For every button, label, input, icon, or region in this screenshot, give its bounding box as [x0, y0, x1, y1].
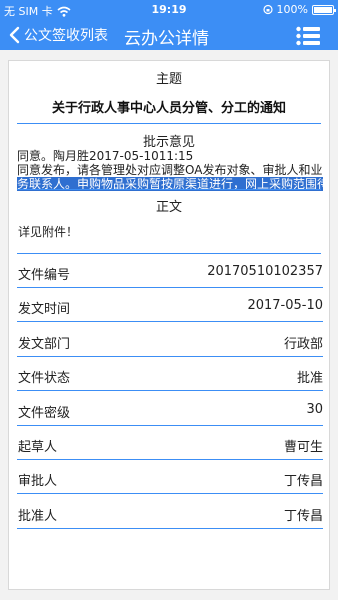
opinion-header: 批示意见 — [142, 135, 195, 150]
subject-header: 主题 — [155, 72, 182, 87]
field-row: 起草人 曹可生 — [17, 426, 323, 460]
field-row: 文件密级 30 — [17, 392, 323, 426]
body-text: 详见附件！ — [18, 225, 79, 239]
field-label: 批准人 — [18, 508, 58, 524]
field-value: 丁传昌 — [283, 474, 323, 490]
field-label: 发文部门 — [18, 336, 71, 352]
opinion-line: 同意。陶月胜2017-05-1011:15 — [17, 149, 194, 163]
back-button[interactable]: 公文签收列表 — [8, 25, 108, 45]
document-subject: 关于行政人事中心人员分管、分工的通知 — [51, 101, 286, 116]
field-value: 行政部 — [283, 336, 323, 352]
battery-percent: 100% — [276, 3, 308, 16]
opinion-line: 同意发布，请各管理处对应调整OA发布对象、审批人和业 — [17, 163, 323, 177]
back-label: 公文签收列表 — [24, 28, 108, 44]
nav-bar: 公文签收列表 云办公详情 — [0, 20, 338, 50]
opinion-text: 同意。陶月胜2017-05-1011:15 同意发布，请各管理处对应调整OA发布… — [17, 149, 323, 191]
chevron-left-icon — [9, 26, 20, 44]
orientation-lock-icon — [262, 4, 273, 15]
field-value: 20170510102357 — [207, 264, 323, 279]
field-row: 审批人 丁传昌 — [17, 460, 323, 495]
field-row: 文件编号 20170510102357 — [17, 254, 323, 288]
battery-icon — [312, 4, 336, 15]
field-value: 丁传昌 — [283, 508, 323, 524]
field-label: 文件状态 — [18, 371, 71, 387]
status-right: 100% — [262, 3, 336, 16]
field-row: 批准人 丁传昌 — [17, 495, 323, 529]
field-label: 文件编号 — [18, 268, 71, 283]
field-label: 文件密级 — [18, 405, 71, 421]
detail-card: 主题 关于行政人事中心人员分管、分工的通知 批示意见 同意。陶月胜2017-05… — [8, 60, 330, 590]
field-row: 文件状态 批准 — [17, 357, 323, 392]
field-value: 30 — [306, 401, 323, 417]
body-header: 正文 — [155, 200, 182, 215]
divider — [17, 189, 321, 190]
field-value: 曹可生 — [283, 440, 323, 455]
field-value: 2017-05-10 — [247, 298, 323, 314]
field-row: 发文时间 2017-05-10 — [17, 288, 323, 323]
field-label: 起草人 — [18, 440, 58, 455]
status-bar: 无 SIM 卡 19:19 100% — [0, 0, 338, 20]
field-value: 批准 — [296, 371, 323, 387]
field-label: 审批人 — [18, 474, 58, 490]
field-label: 发文时间 — [18, 302, 71, 318]
menu-icon[interactable] — [296, 26, 320, 46]
field-row: 发文部门 行政部 — [17, 323, 323, 357]
page-title: 云办公详情 — [124, 29, 209, 49]
divider — [17, 123, 321, 124]
